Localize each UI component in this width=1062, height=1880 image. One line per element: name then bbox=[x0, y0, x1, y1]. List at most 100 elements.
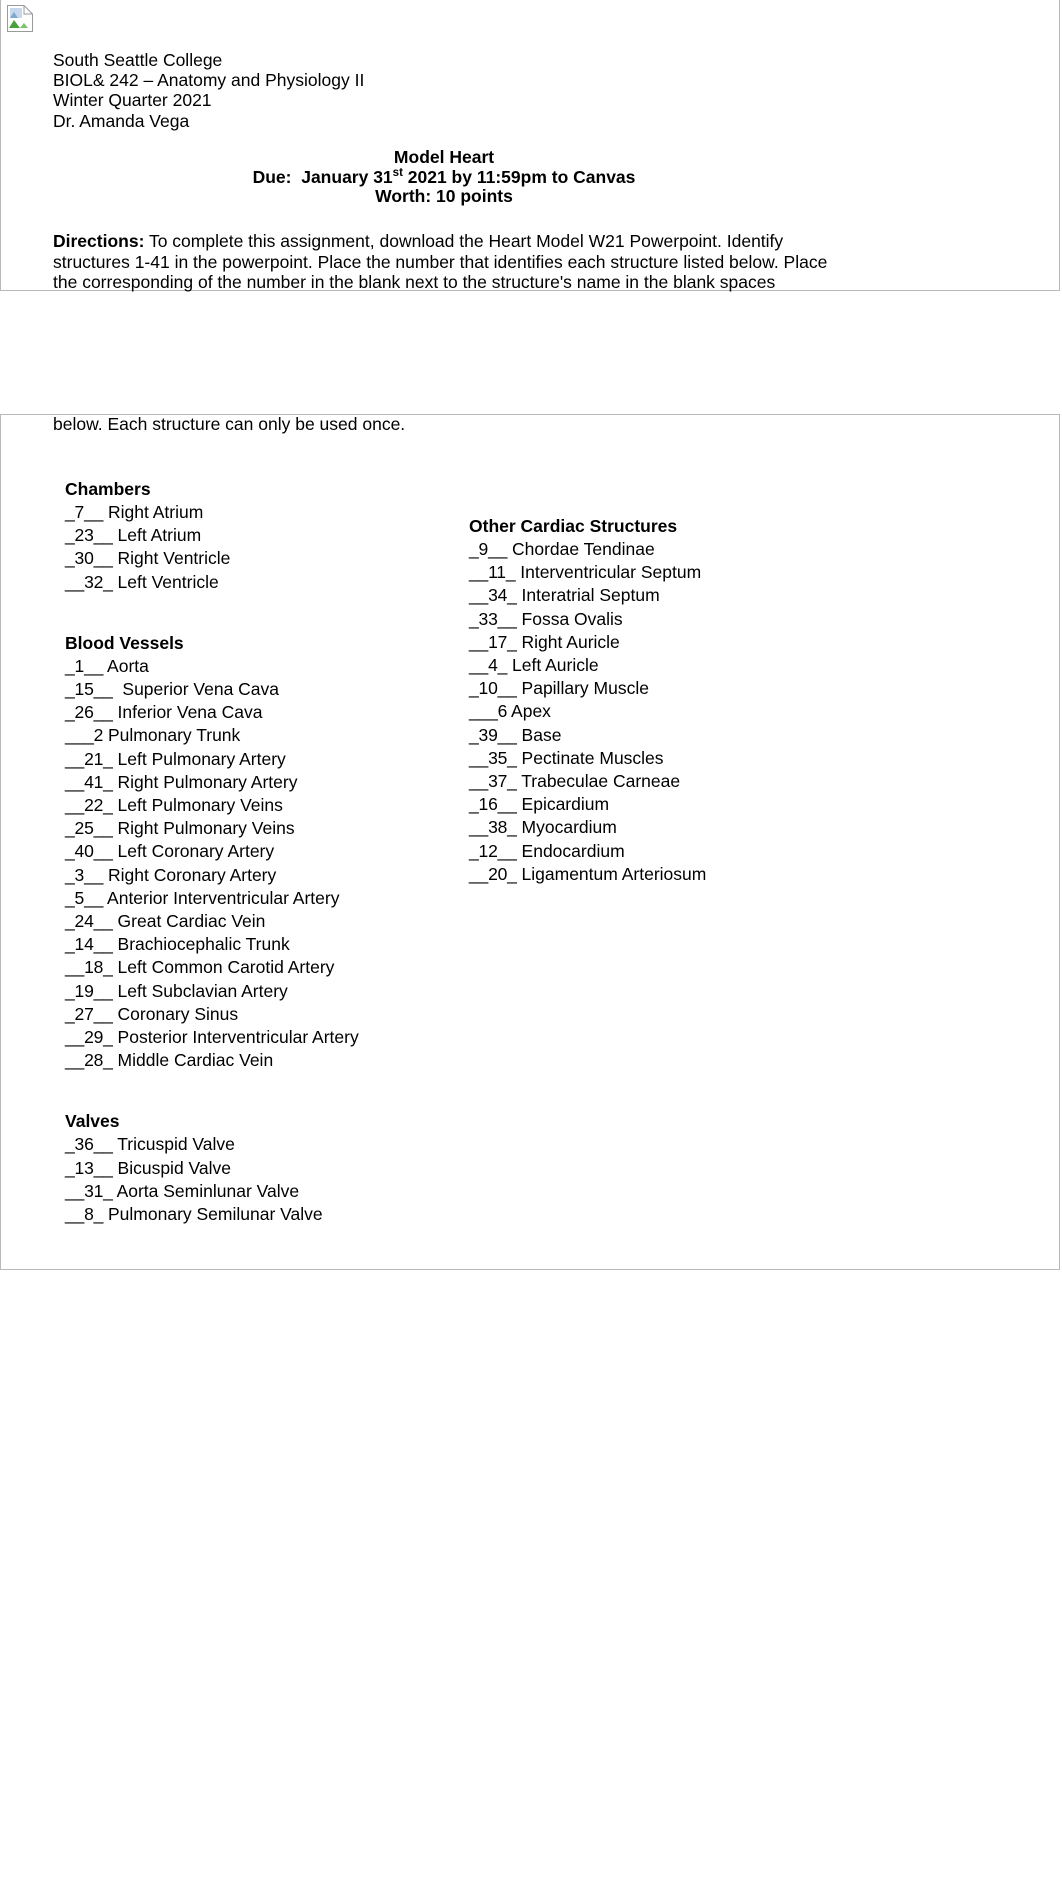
structure-entry: _19__ Left Subclavian Artery bbox=[65, 980, 465, 1003]
structure-entry: __29_ Posterior Interventricular Artery bbox=[65, 1026, 465, 1049]
structure-answer-blank[interactable]: _40__ bbox=[65, 841, 113, 861]
right-column: Other Cardiac Structures _9__ Chordae Ten… bbox=[469, 515, 889, 886]
structure-name-label: Inferior Vena Cava bbox=[112, 702, 263, 723]
structure-entry: __20_ Ligamentum Arteriosum bbox=[469, 863, 889, 886]
structure-answer-blank[interactable]: __35_ bbox=[469, 748, 517, 768]
structure-answer-blank[interactable]: _5__ bbox=[65, 888, 103, 908]
structure-name-label: Left Subclavian Artery bbox=[112, 980, 288, 1001]
structure-name-label: Left Pulmonary Artery bbox=[112, 748, 286, 769]
structure-answer-blank[interactable]: __4_ bbox=[469, 655, 507, 675]
structure-answer-blank[interactable]: __32_ bbox=[65, 572, 113, 592]
structure-answer-blank[interactable]: _26__ bbox=[65, 702, 113, 722]
structure-name-label: Aorta bbox=[103, 655, 149, 676]
structure-answer-blank[interactable]: _27__ bbox=[65, 1004, 113, 1024]
structure-entry: __32_ Left Ventricle bbox=[65, 571, 465, 594]
structure-name-label: Right Pulmonary Artery bbox=[112, 771, 298, 792]
left-column: Chambers _7__ Right Atrium _23__ Left Atri… bbox=[65, 478, 465, 1226]
due-date-line: Due: January 31st 2021 by 11:59pm to Can… bbox=[0, 166, 888, 188]
structure-entry: __35_ Pectinate Muscles bbox=[469, 747, 889, 770]
structure-name-label: Left Common Carotid Artery bbox=[112, 957, 335, 978]
structure-answer-blank[interactable]: _12__ bbox=[469, 841, 517, 861]
structure-answer-blank[interactable]: _36__ bbox=[65, 1134, 113, 1154]
structure-answer-blank[interactable]: ___6 bbox=[469, 701, 507, 721]
structure-entry: _12__ Endocardium bbox=[469, 840, 889, 863]
structure-name-label: Bicuspid Valve bbox=[112, 1157, 232, 1178]
assignment-title: Model Heart bbox=[393, 147, 495, 167]
structure-entry: __8_ Pulmonary Semilunar Valve bbox=[65, 1203, 465, 1226]
course-name: BIOL& 242 – Anatomy and Physiology II bbox=[53, 70, 365, 91]
structure-name-label: Right Coronary Artery bbox=[103, 864, 277, 885]
structure-group: Chambers _7__ Right Atrium _23__ Left Atri… bbox=[65, 478, 465, 594]
structure-name-label: Posterior Interventricular Artery bbox=[112, 1027, 359, 1048]
structure-answer-blank[interactable]: __18_ bbox=[65, 957, 113, 977]
structure-answer-blank[interactable]: _24__ bbox=[65, 911, 113, 931]
structure-answer-blank[interactable]: _15__ bbox=[65, 679, 113, 699]
structure-answer-blank[interactable]: __22_ bbox=[65, 795, 113, 815]
structure-name-label: Right Atrium bbox=[103, 502, 204, 522]
directions-label: Directions: bbox=[53, 231, 145, 251]
structure-name-label: Ligamentum Arteriosum bbox=[516, 863, 707, 884]
structure-name-label: Interatrial Septum bbox=[516, 585, 660, 606]
structure-entry: __22_ Left Pulmonary Veins bbox=[65, 794, 465, 817]
due-date-ordinal: st bbox=[392, 166, 403, 179]
quarter: Winter Quarter 2021 bbox=[53, 90, 212, 111]
structure-answer-blank[interactable]: _3__ bbox=[65, 865, 103, 885]
structure-entry: ___6 Apex bbox=[469, 700, 889, 723]
structure-answer-blank[interactable]: _23__ bbox=[65, 525, 113, 545]
structure-answer-blank[interactable]: _39__ bbox=[469, 725, 517, 745]
structure-answer-blank[interactable]: __34_ bbox=[469, 585, 517, 605]
structure-entry: __18_ Left Common Carotid Artery bbox=[65, 956, 465, 979]
structure-entry: _30__ Right Ventricle bbox=[65, 547, 465, 570]
structure-answer-blank[interactable]: _19__ bbox=[65, 981, 113, 1001]
structure-answer-blank[interactable]: __17_ bbox=[469, 632, 517, 652]
structure-answer-blank[interactable]: _9__ bbox=[469, 539, 507, 559]
structure-entry: _33__ Fossa Ovalis bbox=[469, 608, 889, 631]
structure-name-label: Base bbox=[516, 724, 562, 745]
structure-name-label: Left Ventricle bbox=[112, 571, 219, 592]
structure-name-label: Pectinate Muscles bbox=[516, 747, 664, 768]
structure-answer-blank[interactable]: _7__ bbox=[65, 502, 103, 522]
structure-answer-blank[interactable]: __11_ bbox=[469, 562, 516, 582]
structure-answer-blank[interactable]: _25__ bbox=[65, 818, 113, 838]
structure-answer-blank[interactable]: ___2 bbox=[65, 725, 103, 745]
structure-answer-blank[interactable]: __28_ bbox=[65, 1050, 113, 1070]
structure-answer-blank[interactable]: __38_ bbox=[469, 817, 517, 837]
structure-entry: _26__ Inferior Vena Cava bbox=[65, 701, 465, 724]
broken-image-icon bbox=[7, 5, 33, 32]
structure-entry: _39__ Base bbox=[469, 724, 889, 747]
assignment-title-block: Model Heart Due: January 31st 2021 by 11… bbox=[0, 147, 888, 207]
structure-name-label: Superior Vena Cava bbox=[112, 679, 280, 700]
directions-continuation: below. Each structure can only be used o… bbox=[53, 414, 406, 434]
structure-answer-blank[interactable]: __21_ bbox=[65, 749, 113, 769]
structure-answer-blank[interactable]: _33__ bbox=[469, 609, 517, 629]
structure-answer-blank[interactable]: __31_ bbox=[65, 1181, 113, 1201]
structure-name-label: Left Pulmonary Veins bbox=[112, 795, 283, 816]
structure-answer-blank[interactable]: __41_ bbox=[65, 772, 113, 792]
structure-entry: __17_ Right Auricle bbox=[469, 631, 889, 654]
structure-entry: _3__ Right Coronary Artery bbox=[65, 864, 465, 887]
structure-answer-blank[interactable]: _30__ bbox=[65, 548, 113, 568]
structure-answer-blank[interactable]: __20_ bbox=[469, 864, 517, 884]
structure-entry: _23__ Left Atrium bbox=[65, 524, 465, 547]
structure-name-label: Middle Cardiac Vein bbox=[112, 1050, 274, 1071]
structure-answer-blank[interactable]: _16__ bbox=[469, 794, 517, 814]
structure-name-label: Pulmonary Semilunar Valve bbox=[103, 1204, 323, 1225]
structure-name-label: Epicardium bbox=[516, 794, 610, 815]
structure-entry: __41_ Right Pulmonary Artery bbox=[65, 771, 465, 794]
structure-name-label: Interventricular Septum bbox=[515, 562, 702, 583]
structure-answer-blank[interactable]: __37_ bbox=[469, 771, 517, 791]
structure-answer-blank[interactable]: __29_ bbox=[65, 1027, 113, 1047]
structure-entry: __11_ Interventricular Septum bbox=[469, 561, 889, 584]
points-worth: Worth: 10 points bbox=[375, 186, 513, 206]
structure-name-label: Anterior Interventricular Artery bbox=[103, 887, 340, 908]
structure-answer-blank[interactable]: _1__ bbox=[65, 656, 103, 676]
structure-answer-blank[interactable]: _14__ bbox=[65, 934, 113, 954]
course-header: South Seattle College BIOL& 242 – Anatom… bbox=[53, 50, 364, 131]
structure-answer-blank[interactable]: _13__ bbox=[65, 1158, 113, 1178]
structure-answer-blank[interactable]: _10__ bbox=[469, 678, 517, 698]
structure-answer-blank[interactable]: __8_ bbox=[65, 1204, 103, 1224]
structure-group: Blood Vessels _1__ Aorta _15__ Superior Ve… bbox=[65, 632, 465, 1073]
structure-name-label: Left Atrium bbox=[112, 525, 202, 546]
directions-body: To complete this assignment, download th… bbox=[53, 231, 828, 292]
structure-name-label: Aorta Seminlunar Valve bbox=[112, 1180, 300, 1201]
